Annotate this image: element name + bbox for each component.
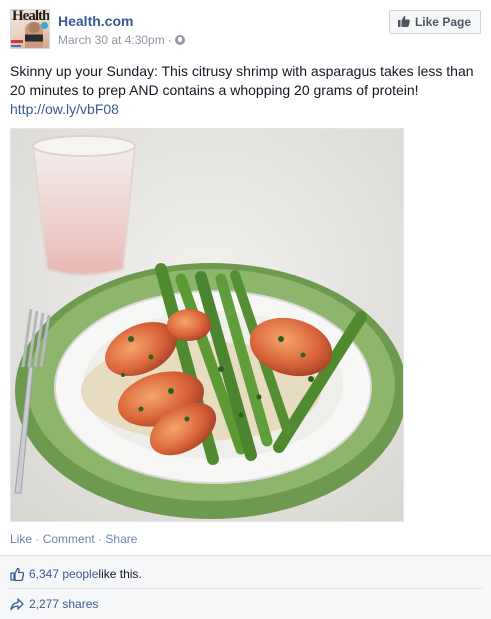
post-message: Skinny up your Sunday: This citrusy shri… bbox=[10, 62, 482, 119]
thumbs-up-icon bbox=[397, 15, 410, 30]
avatar-stripe bbox=[11, 40, 23, 43]
glass bbox=[31, 135, 137, 276]
page-name-link[interactable]: Health.com bbox=[58, 13, 133, 29]
feedback-section: 6,347 people like this. 2,277 shares bbox=[0, 555, 491, 619]
avatar-stripe-secondary bbox=[11, 45, 21, 47]
post-timestamp[interactable]: March 30 at 4:30pm bbox=[58, 33, 165, 47]
share-link[interactable]: Share bbox=[105, 532, 137, 546]
meta-separator: · bbox=[167, 33, 172, 47]
like-page-label: Like Page bbox=[414, 15, 471, 29]
shares-summary: 2,277 shares bbox=[10, 594, 98, 614]
page-avatar[interactable]: Health bbox=[10, 9, 50, 49]
action-separator: · bbox=[98, 532, 103, 546]
action-separator: · bbox=[35, 532, 40, 546]
thumbs-up-outline-icon bbox=[10, 567, 24, 581]
post-header: Health Health.com March 30 at 4:30pm · L… bbox=[10, 8, 481, 52]
likes-suffix: like this. bbox=[98, 567, 142, 581]
post-photo[interactable] bbox=[10, 128, 404, 522]
likes-summary: 6,347 people like this. bbox=[10, 564, 142, 584]
comment-link[interactable]: Comment bbox=[43, 532, 95, 546]
like-link[interactable]: Like bbox=[10, 532, 32, 546]
avatar-badge bbox=[41, 22, 48, 29]
post-message-text: Skinny up your Sunday: This citrusy shri… bbox=[10, 63, 474, 98]
shares-count-link[interactable]: 2,277 shares bbox=[29, 597, 98, 611]
post-link[interactable]: http://ow.ly/vbF08 bbox=[10, 101, 119, 117]
feedback-divider bbox=[8, 588, 483, 589]
post-meta: March 30 at 4:30pm · bbox=[58, 33, 185, 47]
share-arrow-icon bbox=[10, 597, 24, 611]
like-page-button[interactable]: Like Page bbox=[388, 10, 481, 34]
likes-count-link[interactable]: 6,347 people bbox=[29, 567, 98, 581]
post-actions: Like · Comment · Share bbox=[10, 532, 137, 546]
globe-icon[interactable] bbox=[174, 35, 185, 45]
